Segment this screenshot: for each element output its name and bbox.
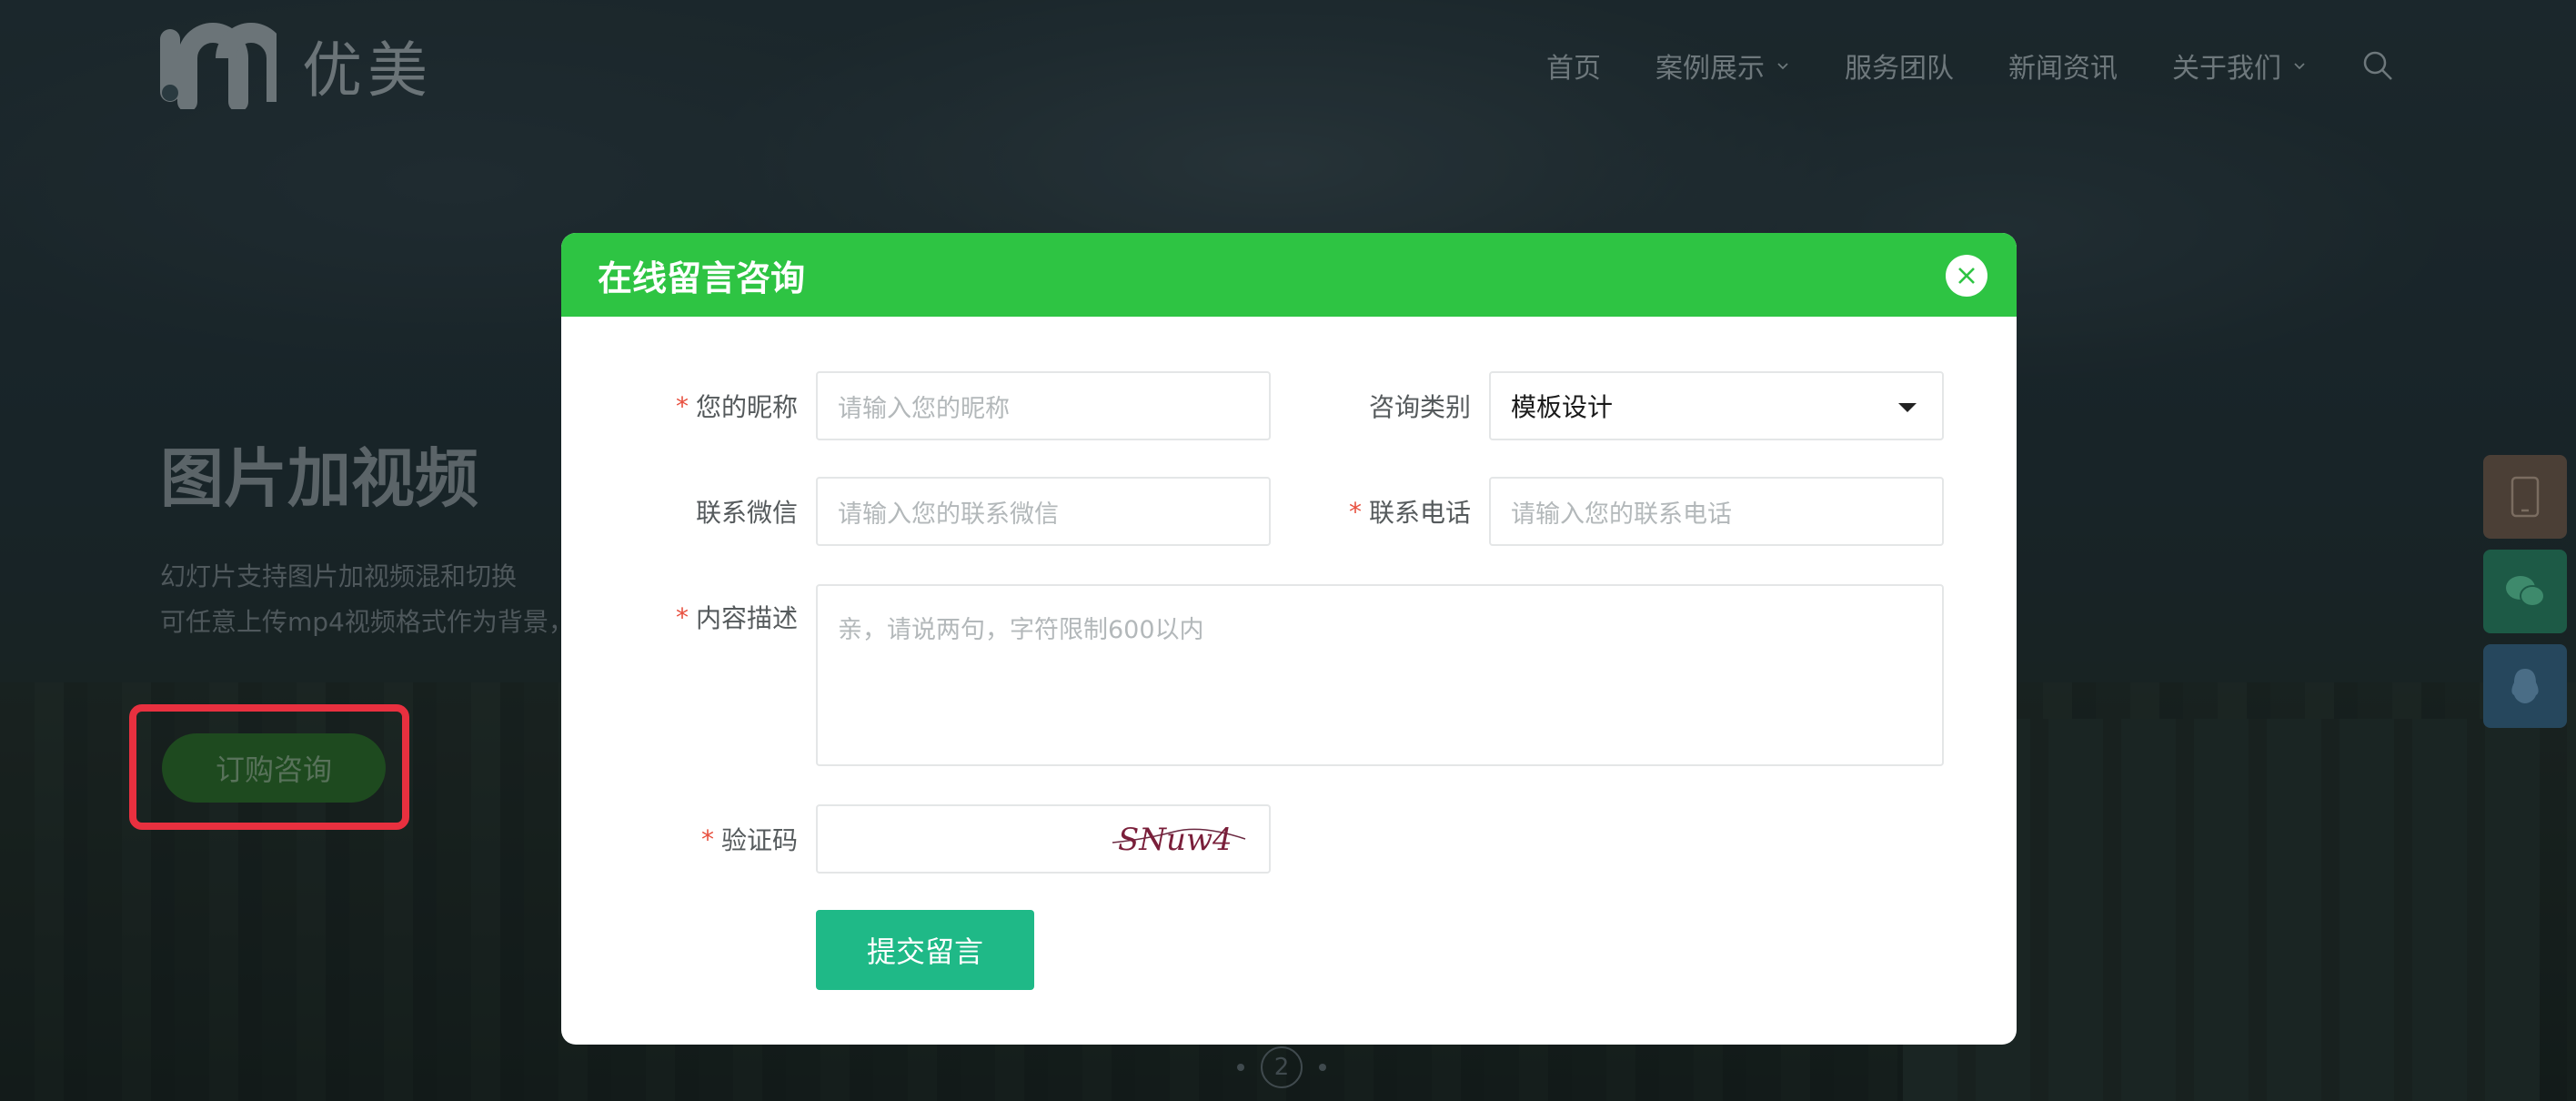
captcha-input[interactable]: SNuw4 (816, 804, 1271, 874)
chevron-down-icon (1777, 63, 1788, 70)
captcha-text: SNuw4 (1118, 822, 1233, 858)
logo-text: 优美 (302, 35, 433, 106)
pager-dot[interactable] (1237, 1064, 1244, 1071)
caret-down-icon (1898, 403, 1917, 412)
pager-dot[interactable] (1319, 1064, 1326, 1071)
placeholder-text: 请输入您的联系微信 (838, 500, 1059, 529)
main-nav: 首页 案例展示 服务团队 新闻资讯 关于我们 (1546, 36, 2394, 95)
modal-title: 在线留言咨询 (598, 258, 806, 298)
nav-label: 首页 (1546, 53, 1601, 85)
nav-item-team[interactable]: 服务团队 (1845, 45, 1954, 86)
nav-item-cases[interactable]: 案例展示 (1655, 45, 1790, 86)
qq-icon (2511, 669, 2539, 703)
chevron-down-icon (2294, 63, 2305, 70)
close-button[interactable] (1946, 255, 1987, 297)
carousel-pager: 2 (1237, 1046, 1326, 1088)
label-text: 您的昵称 (695, 392, 798, 422)
nav-label: 关于我们 (2172, 53, 2281, 85)
nav-label: 新闻资讯 (2008, 53, 2118, 85)
hero-description-line: 幻灯片支持图片加视频混和切换 (160, 561, 518, 591)
highlight-annotation-box (129, 704, 409, 830)
nickname-input[interactable]: 请输入您的昵称 (816, 371, 1271, 440)
nav-item-about[interactable]: 关于我们 (2172, 45, 2307, 86)
float-qq-button[interactable] (2483, 644, 2567, 728)
nav-label: 案例展示 (1655, 53, 1765, 85)
label-text: 联系微信 (695, 498, 798, 528)
required-star: * (675, 601, 689, 632)
select-value: 模板设计 (1511, 392, 1614, 422)
captcha-label: * 验证码 (598, 804, 798, 874)
modal-header: 在线留言咨询 (561, 233, 2017, 317)
required-star: * (1348, 496, 1362, 527)
label-text: 咨询类别 (1368, 392, 1471, 422)
float-phone-button[interactable] (2483, 455, 2567, 539)
phone-icon (2511, 476, 2540, 518)
float-wechat-button[interactable] (2483, 550, 2567, 633)
phone-label: * 联系电话 (1289, 477, 1471, 546)
phone-input[interactable]: 请输入您的联系电话 (1489, 477, 1944, 546)
logo-mark-icon (160, 23, 277, 109)
wechat-icon (2506, 576, 2545, 607)
close-icon (1958, 268, 1975, 284)
hero-description-line: 可任意上传mp4视频格式作为背景， (160, 607, 574, 637)
category-label: 咨询类别 (1289, 371, 1471, 440)
hero-title: 图片加视频 (160, 441, 478, 516)
placeholder-text: 请输入您的昵称 (838, 394, 1010, 423)
captcha-image[interactable]: SNuw4 (1111, 812, 1247, 868)
nav-item-news[interactable]: 新闻资讯 (2008, 45, 2118, 86)
required-star: * (675, 390, 689, 421)
label-text: 联系电话 (1368, 498, 1471, 528)
label-text: 内容描述 (695, 603, 798, 633)
nav-label: 服务团队 (1845, 53, 1954, 85)
pager-current[interactable]: 2 (1261, 1046, 1303, 1088)
content-textarea[interactable]: 亲，请说两句，字符限制600以内 (816, 584, 1944, 766)
wechat-input[interactable]: 请输入您的联系微信 (816, 477, 1271, 546)
category-select[interactable]: 模板设计 (1489, 371, 1944, 440)
content-label: * 内容描述 (598, 582, 798, 652)
required-star: * (700, 823, 714, 854)
site-logo[interactable]: 优美 (160, 22, 433, 109)
search-icon[interactable] (2361, 49, 2394, 82)
message-modal: 在线留言咨询 * 您的昵称 请输入您的昵称 咨询类别 模板设计 联系微信 请输入您… (561, 233, 2017, 1045)
placeholder-text: 请输入您的联系电话 (1511, 500, 1732, 529)
wechat-label: 联系微信 (598, 477, 798, 546)
submit-button[interactable]: 提交留言 (816, 910, 1034, 990)
nickname-label: * 您的昵称 (598, 371, 798, 440)
label-text: 验证码 (720, 825, 798, 855)
nav-item-home[interactable]: 首页 (1546, 45, 1601, 86)
placeholder-text: 亲，请说两句，字符限制600以内 (838, 616, 1204, 644)
